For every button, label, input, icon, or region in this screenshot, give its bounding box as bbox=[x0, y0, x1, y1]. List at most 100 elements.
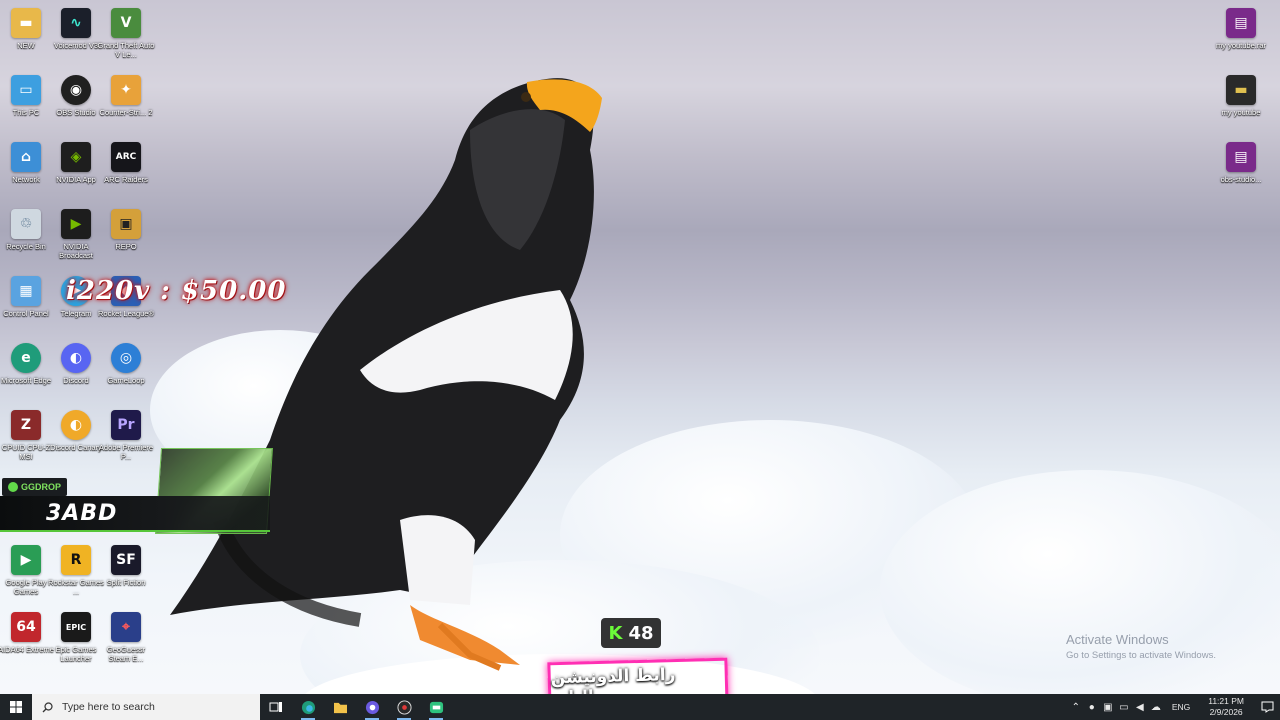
taskbar-app-obs[interactable] bbox=[388, 694, 420, 720]
desktop-icon-voicemod[interactable]: ∿ Voicemod V3 bbox=[50, 8, 102, 50]
folder-icon: ▬ bbox=[1226, 75, 1256, 105]
file-explorer-icon bbox=[333, 702, 347, 713]
microphone-icon: ● bbox=[1088, 701, 1095, 713]
input-language-button[interactable]: ENG bbox=[1164, 702, 1198, 712]
epic-games-icon: EPIC bbox=[61, 612, 91, 642]
task-view-button[interactable] bbox=[260, 694, 292, 720]
ggdrop-label: GGDROP bbox=[21, 482, 62, 492]
this-pc-icon: ▭ bbox=[11, 75, 41, 105]
cpuz-icon: Z bbox=[11, 410, 41, 440]
donation-overlay-text: i220v : $50.00 bbox=[66, 276, 287, 306]
desktop-icon-geoguessr[interactable]: ⌖ GeoGuessr Steam E... bbox=[100, 612, 152, 663]
desktop-icon-nvidia-app[interactable]: ◈ NVIDIA App bbox=[50, 142, 102, 184]
desktop-icon-arc-raiders[interactable]: ARC ARC Raiders bbox=[100, 142, 152, 184]
nvidia-broadcast-icon: ▶ bbox=[61, 209, 91, 239]
desktop-icon-label: Grand Theft Auto V Le... bbox=[97, 41, 155, 59]
taskbar-search-box[interactable]: Type here to search bbox=[32, 694, 260, 720]
desktop-icon-gta[interactable]: V Grand Theft Auto V Le... bbox=[97, 8, 155, 59]
notification-icon bbox=[1261, 701, 1273, 713]
desktop-icon-label: GeoGuessr Steam E... bbox=[106, 645, 146, 663]
taskbar: Type here to search ⌃ ● ▣ ▭ ◀ ☁ ENG 11:2… bbox=[0, 694, 1280, 720]
geoguessr-icon: ⌖ bbox=[111, 612, 141, 642]
desktop-icon-cpuz[interactable]: Z CPUID CPU-Z MSI bbox=[0, 410, 52, 461]
onedrive-tray-button[interactable]: ☁ bbox=[1148, 694, 1164, 720]
desktop-icon-label: REPO bbox=[115, 242, 137, 251]
desktop-icon-new-folder[interactable]: ▬ NEW bbox=[0, 8, 52, 50]
network-icon: ▭ bbox=[1119, 701, 1129, 713]
desktop-icon-control-panel[interactable]: ▦ Control Panel bbox=[0, 276, 52, 318]
kick-logo-icon: K bbox=[608, 622, 623, 644]
desktop-icon-gameloop[interactable]: ◎ GameLoop bbox=[100, 343, 152, 385]
desktop-icon-network[interactable]: ⌂ Network bbox=[0, 142, 52, 184]
control-panel-icon: ▦ bbox=[11, 276, 41, 306]
desktop-icon-google-play-games[interactable]: ▶ Google Play Games bbox=[0, 545, 52, 596]
clock-time: 11:21 PM bbox=[1208, 696, 1244, 706]
counter-strike-icon: ✦ bbox=[111, 75, 141, 105]
clock-date: 2/9/2026 bbox=[1209, 707, 1243, 717]
desktop-icon-premiere[interactable]: Pr Adobe Premiere P... bbox=[98, 410, 154, 461]
gta-icon: V bbox=[111, 8, 141, 38]
obs-icon bbox=[396, 699, 412, 715]
desktop-icon-discord[interactable]: ◐ Discord bbox=[50, 343, 102, 385]
taskbar-app-edge[interactable] bbox=[292, 694, 324, 720]
repo-icon: ▣ bbox=[111, 209, 141, 239]
search-placeholder: Type here to search bbox=[62, 701, 155, 713]
voicemod-icon: ∿ bbox=[61, 8, 91, 38]
show-hidden-icons-button[interactable]: ⌃ bbox=[1068, 694, 1084, 720]
display-icon: ▣ bbox=[1103, 701, 1113, 713]
desktop-icon-split-fiction[interactable]: SF Split Fiction bbox=[100, 545, 152, 587]
desktop-icon-label: obs-studio... bbox=[1220, 175, 1262, 184]
search-icon bbox=[42, 701, 53, 712]
volume-tray-button[interactable]: ◀ bbox=[1132, 694, 1148, 720]
gameloop-icon bbox=[365, 700, 379, 714]
windows-logo-icon bbox=[10, 701, 22, 713]
task-view-icon bbox=[269, 702, 282, 712]
split-fiction-icon: SF bbox=[111, 545, 141, 575]
nvidia-icon: ◈ bbox=[61, 142, 91, 172]
notification-center-button[interactable] bbox=[1254, 694, 1280, 720]
taskbar-app-file-explorer[interactable] bbox=[324, 694, 356, 720]
start-button[interactable] bbox=[0, 694, 32, 720]
discord-canary-icon: ◐ bbox=[61, 410, 91, 440]
google-play-games-icon: ▶ bbox=[11, 545, 41, 575]
taskbar-clock[interactable]: 11:21 PM 2/9/2026 bbox=[1198, 696, 1254, 718]
desktop-icon-recycle-bin[interactable]: ♲ Recycle Bin bbox=[0, 209, 52, 251]
kick-viewer-count: 48 bbox=[628, 622, 654, 644]
desktop-icon-nvidia-broadcast[interactable]: ▶ NVIDIA Broadcast bbox=[50, 209, 102, 260]
desktop-icon-obs-studio-archive[interactable]: ▤ obs-studio... bbox=[1215, 142, 1267, 184]
taskbar-app-chat[interactable] bbox=[420, 694, 452, 720]
display-tray-button[interactable]: ▣ bbox=[1100, 694, 1116, 720]
desktop-icon-label: ARC Raiders bbox=[104, 175, 148, 184]
winrar-archive-icon: ▤ bbox=[1226, 8, 1256, 38]
network-tray-button[interactable]: ▭ bbox=[1116, 694, 1132, 720]
kick-viewer-badge: K 48 bbox=[601, 618, 661, 648]
desktop-icon-obs[interactable]: ◉ OBS Studio bbox=[50, 75, 102, 117]
desktop-icon-aida64[interactable]: 64 AIDA64 Extreme bbox=[0, 612, 54, 654]
desktop-icon-label: my youtube.rar bbox=[1215, 41, 1267, 50]
ggdrop-logo-icon bbox=[8, 482, 18, 492]
desktop-icon-counter-strike[interactable]: ✦ Counter-Stri... 2 bbox=[100, 75, 152, 117]
eagle-wallpaper bbox=[170, 78, 820, 720]
network-icon: ⌂ bbox=[11, 142, 41, 172]
activate-windows-title: Activate Windows bbox=[1066, 632, 1169, 647]
desktop-icon-rockstar[interactable]: R Rockstar Games ... bbox=[48, 545, 104, 596]
desktop-icon-edge[interactable]: e Microsoft Edge bbox=[0, 343, 52, 385]
activate-windows-watermark: Activate Windows Go to Settings to activ… bbox=[1066, 632, 1216, 661]
desktop-icon-this-pc[interactable]: ▭ This PC bbox=[0, 75, 52, 117]
desktop-icon-epic-games[interactable]: EPIC Epic Games Launcher bbox=[50, 612, 102, 663]
cloud-icon: ☁ bbox=[1150, 701, 1161, 713]
desktop-icon-my-youtube-rar[interactable]: ▤ my youtube.rar bbox=[1215, 8, 1267, 50]
microphone-tray-button[interactable]: ● bbox=[1084, 694, 1100, 720]
desktop-icon-my-youtube-folder[interactable]: ▬ my youtube bbox=[1215, 75, 1267, 117]
desktop-icon-label: Adobe Premiere P... bbox=[98, 443, 154, 461]
taskbar-app-gameloop[interactable] bbox=[356, 694, 388, 720]
system-tray: ⌃ ● ▣ ▭ ◀ ☁ ENG 11:21 PM 2/9/2026 bbox=[1068, 694, 1280, 720]
streamer-name-banner: 3ABD bbox=[0, 496, 270, 532]
speaker-icon: ◀ bbox=[1135, 701, 1144, 713]
obs-icon: ◉ bbox=[61, 75, 91, 105]
desktop-icon-label: GameLoop bbox=[107, 376, 145, 385]
desktop-icon-label: my youtube bbox=[1221, 108, 1261, 117]
desktop-icon-repo[interactable]: ▣ REPO bbox=[100, 209, 152, 251]
desktop-icon-discord-canary[interactable]: ◐ Discord Canary bbox=[50, 410, 102, 452]
discord-icon: ◐ bbox=[61, 343, 91, 373]
